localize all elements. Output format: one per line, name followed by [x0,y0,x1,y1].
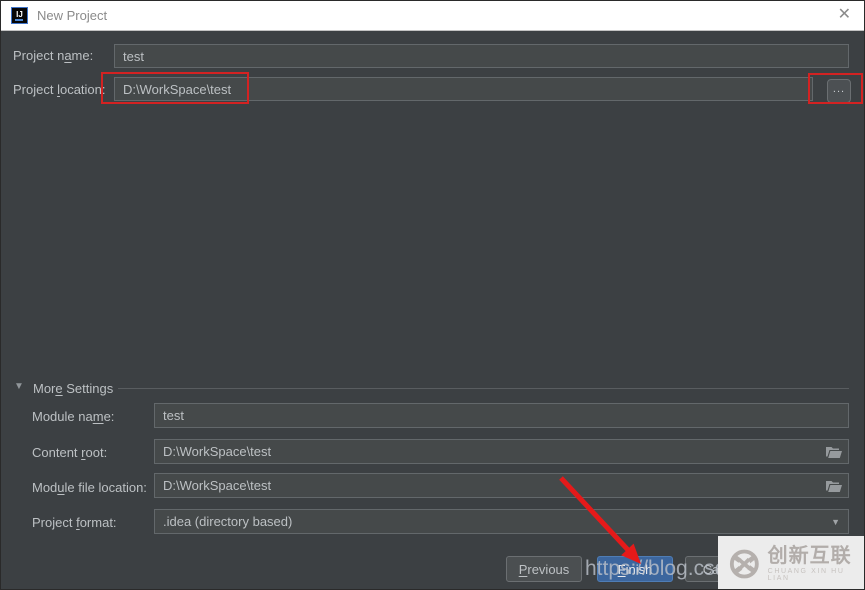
content-root-input[interactable]: D:\WorkSpace\test [154,439,849,464]
module-file-location-value: D:\WorkSpace\test [163,478,272,493]
project-format-select[interactable]: .idea (directory based) ▼ [154,509,849,534]
close-icon[interactable]: ✕ [838,5,851,25]
window-title: New Project [37,8,108,23]
project-location-label: Project location: [13,82,106,97]
annotation-highlight-location [101,72,249,104]
project-format-value: .idea (directory based) [163,514,293,529]
module-name-input[interactable]: test [154,403,849,428]
chuangxin-logo-icon [729,549,759,578]
chuangxin-watermark: 创新互联 CHUANG XIN HU LIAN [718,536,864,589]
project-name-label: Project name: [13,48,94,63]
intellij-logo-icon: IJ [11,7,28,24]
module-file-location-input[interactable]: D:\WorkSpace\test [154,473,849,498]
module-name-label: Module name: [32,409,115,424]
project-name-input[interactable]: test [114,44,849,68]
more-settings-header[interactable]: More Settings [33,381,113,396]
project-name-value: test [123,48,144,64]
module-file-location-label: Module file location: [32,480,147,495]
annotation-arrow [559,476,641,564]
watermark-logo-title: 创新互联 [767,545,852,567]
folder-icon[interactable] [826,445,842,458]
project-format-label: Project format: [32,515,117,530]
folder-icon[interactable] [826,479,842,492]
content-root-value: D:\WorkSpace\test [163,444,272,459]
section-separator [118,388,849,389]
new-project-dialog: IJ New Project ✕ Project name: test Proj… [0,0,865,590]
title-bar: IJ New Project ✕ [1,1,864,31]
intellij-logo-text: IJ [16,9,23,19]
content-root-label: Content root: [32,445,108,460]
module-name-value: test [163,408,184,423]
annotation-highlight-browse [808,73,863,104]
chevron-down-icon: ▼ [831,516,840,527]
watermark-logo-subtitle: CHUANG XIN HU LIAN [767,568,845,582]
collapse-triangle-icon[interactable]: ▼ [14,381,24,392]
